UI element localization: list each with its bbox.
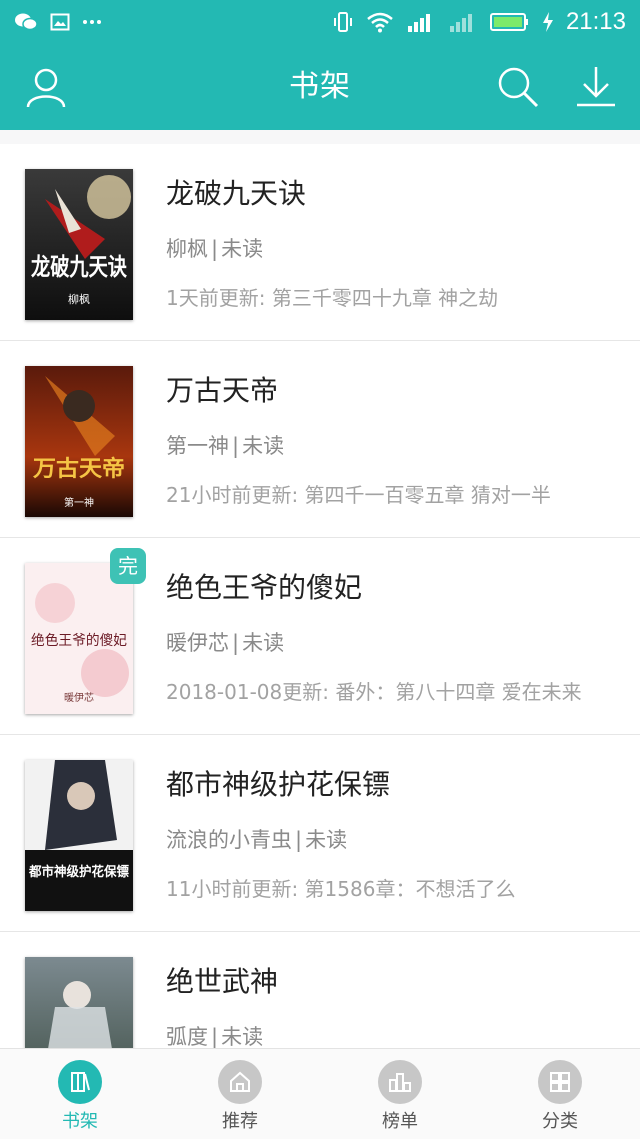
tab-label: 推荐 <box>222 1111 258 1132</box>
book-author: 柳枫 <box>166 237 208 261</box>
read-status: 未读 <box>305 828 348 852</box>
book-title: 绝色王爷的傻妃 <box>166 571 363 604</box>
cover-author: 暖伊芯 <box>64 691 94 704</box>
book-author: 第一神 <box>166 434 229 458</box>
bookshelf-icon <box>58 1060 102 1104</box>
read-status: 未读 <box>242 631 285 655</box>
charging-icon <box>542 12 553 32</box>
status-left <box>14 12 102 32</box>
image-icon <box>50 13 70 31</box>
read-status: 未读 <box>221 1025 264 1048</box>
tab-recommend[interactable]: 推荐 <box>160 1049 320 1139</box>
book-author: 流浪的小青虫 <box>166 828 292 852</box>
vibrate-icon <box>333 12 352 32</box>
book-cover <box>25 957 133 1048</box>
completed-badge: 完 <box>110 548 146 584</box>
book-title: 万古天帝 <box>166 374 279 407</box>
book-author: 弧度 <box>166 1025 208 1048</box>
cover-title: 万古天帝 <box>32 456 125 482</box>
tab-category[interactable]: 分类 <box>480 1049 640 1139</box>
status-bar: 21:13 <box>0 0 640 44</box>
status-time: 21:13 <box>565 8 626 35</box>
tab-label: 书架 <box>62 1111 98 1132</box>
category-grid-icon <box>538 1060 582 1104</box>
book-item[interactable]: 绝色王爷的傻妃 暖伊芯 完 绝色王爷的傻妃 暖伊芯 | 未读 2018-01-08更… <box>0 538 640 735</box>
cover-author: 第一神 <box>64 496 94 509</box>
book-meta: 柳枫 | 未读 <box>166 237 264 261</box>
read-status: 未读 <box>242 434 285 458</box>
signal-icon <box>407 14 430 32</box>
book-item[interactable]: 绝世武神 弧度 | 未读 <box>0 932 640 1048</box>
home-icon <box>218 1060 262 1104</box>
book-item[interactable]: 万古天帝 第一神 万古天帝 第一神 | 未读 21小时前更新: 第四千一百零五章 猜… <box>0 341 640 538</box>
book-meta: 暖伊芯 | 未读 <box>166 631 285 655</box>
cover-title: 绝色王爷的傻妃 <box>31 632 127 649</box>
bottom-tab-bar: 书架 推荐 榜单 分类 <box>0 1048 640 1139</box>
status-right: 21:13 <box>332 8 626 36</box>
more-notifications-icon <box>83 20 101 24</box>
book-cover: 万古天帝 第一神 <box>25 366 133 517</box>
book-update: 1天前更新: 第三千零四十九章 神之劫 <box>166 286 499 310</box>
book-item[interactable]: 龙破九天诀 柳枫 龙破九天诀 柳枫 | 未读 1天前更新: 第三千零四十九章 神之劫 <box>0 144 640 341</box>
book-cover: 都市神级护花保镖 <box>25 760 133 911</box>
cover-title: 龙破九天诀 <box>31 253 127 281</box>
app-header: 书架 <box>0 44 640 130</box>
battery-icon <box>489 13 528 31</box>
download-icon[interactable] <box>574 65 618 109</box>
signal-2-icon <box>449 14 472 32</box>
bookshelf-list[interactable]: 龙破九天诀 柳枫 龙破九天诀 柳枫 | 未读 1天前更新: 第三千零四十九章 神之劫… <box>0 144 640 1048</box>
search-icon[interactable] <box>496 65 540 109</box>
book-update: 2018-01-08更新: 番外：第八十四章 爱在未来 <box>166 680 582 704</box>
wechat-icon <box>15 13 38 31</box>
ranking-icon <box>378 1060 422 1104</box>
book-cover: 绝色王爷的傻妃 暖伊芯 <box>25 563 133 714</box>
user-profile-icon[interactable] <box>24 65 68 109</box>
cover-title: 都市神级护花保镖 <box>28 864 129 880</box>
tab-label: 榜单 <box>382 1111 418 1132</box>
book-title: 龙破九天诀 <box>166 177 307 210</box>
book-update: 11小时前更新: 第1586章：不想活了么 <box>166 877 516 901</box>
book-meta: 弧度 | 未读 <box>166 1025 264 1048</box>
book-cover: 龙破九天诀 柳枫 <box>25 169 133 320</box>
book-update: 21小时前更新: 第四千一百零五章 猜对一半 <box>166 483 551 507</box>
book-title: 都市神级护花保镖 <box>166 768 391 801</box>
book-meta: 第一神 | 未读 <box>166 434 285 458</box>
page-title: 书架 <box>289 69 351 104</box>
tab-bookshelf[interactable]: 书架 <box>0 1049 160 1139</box>
cover-author: 柳枫 <box>68 292 90 306</box>
book-title: 绝世武神 <box>166 965 279 998</box>
book-meta: 流浪的小青虫 | 未读 <box>166 828 348 852</box>
book-author: 暖伊芯 <box>166 631 229 655</box>
tab-ranking[interactable]: 榜单 <box>320 1049 480 1139</box>
read-status: 未读 <box>221 237 264 261</box>
wifi-icon <box>367 12 393 33</box>
book-item[interactable]: 都市神级护花保镖 都市神级护花保镖 流浪的小青虫 | 未读 11小时前更新: 第15… <box>0 735 640 932</box>
tab-label: 分类 <box>542 1111 578 1132</box>
